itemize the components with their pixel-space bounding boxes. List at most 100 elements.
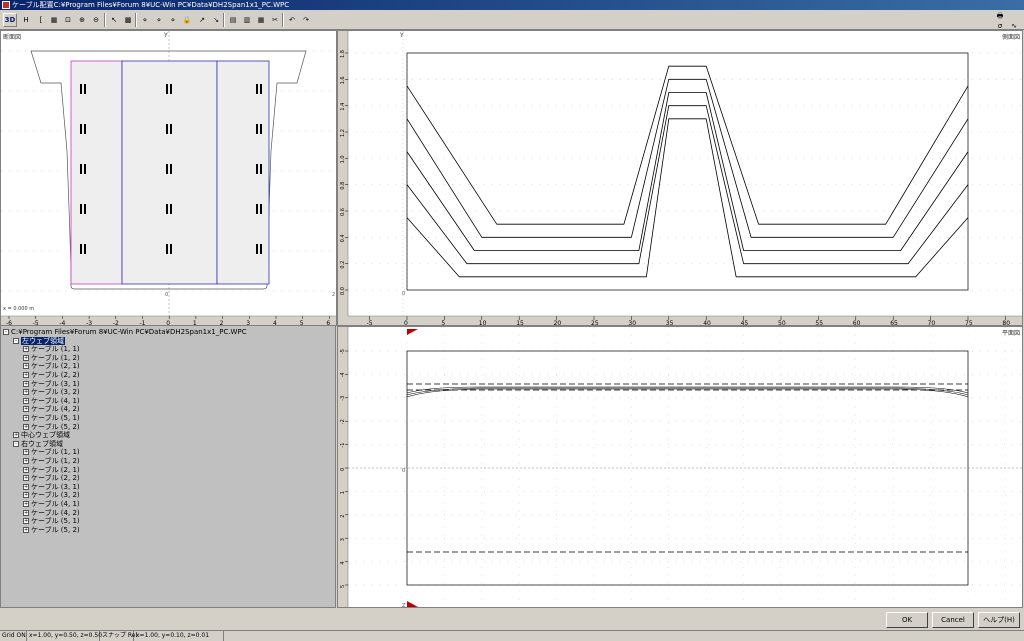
- section-cable-marker[interactable]: [260, 204, 262, 214]
- expand-icon[interactable]: +: [23, 466, 29, 473]
- expand-icon[interactable]: +: [23, 397, 29, 404]
- section-cable-marker[interactable]: [80, 204, 82, 214]
- tree-cable-node[interactable]: + ケーブル (5, 2): [23, 423, 80, 431]
- tree-cable-node[interactable]: + ケーブル (5, 2): [23, 526, 80, 534]
- tree-group-node[interactable]: + 中心ウェブ領域: [13, 431, 70, 439]
- section-cable-marker[interactable]: [80, 244, 82, 254]
- expand-icon[interactable]: +: [23, 406, 29, 413]
- cut-button[interactable]: ✂: [268, 13, 282, 27]
- help-button[interactable]: ヘルプ(H): [978, 612, 1020, 628]
- section-cable-marker[interactable]: [170, 164, 172, 174]
- section-cable-marker[interactable]: [170, 124, 172, 134]
- cancel-button[interactable]: Cancel: [932, 612, 974, 628]
- expand-icon[interactable]: +: [23, 492, 29, 499]
- expand-icon[interactable]: +: [23, 423, 29, 430]
- bracket-button[interactable]: [: [34, 13, 48, 27]
- side-view-pane[interactable]: 側面図 Y -5 0 5 10 15 20 25 30 35 40 45 50 55 60 65 70 75 80…: [337, 30, 1023, 326]
- grid-toggle-button[interactable]: ▦: [47, 13, 61, 27]
- expand-icon[interactable]: +: [23, 415, 29, 421]
- print-button[interactable]: 🖶: [994, 11, 1006, 20]
- section-cable-marker[interactable]: [84, 84, 86, 94]
- section-cable-marker[interactable]: [166, 244, 168, 254]
- tree-cable-node[interactable]: + ケーブル (4, 1): [23, 500, 80, 508]
- expand-icon[interactable]: +: [23, 346, 29, 353]
- collapse-icon[interactable]: -: [13, 337, 19, 344]
- section-cable-marker[interactable]: [260, 124, 262, 134]
- section-cable-marker[interactable]: [80, 124, 82, 134]
- expand-icon[interactable]: +: [23, 363, 29, 370]
- tree-group-node[interactable]: - 右ウェブ領域: [13, 440, 63, 448]
- section-cable-marker[interactable]: [84, 164, 86, 174]
- expand-icon[interactable]: +: [23, 518, 29, 525]
- cable-profile-line[interactable]: [406, 65, 969, 225]
- tree-cable-node[interactable]: + ケーブル (1, 2): [23, 457, 80, 465]
- tree-cable-node[interactable]: + ケーブル (2, 2): [23, 371, 80, 379]
- section-cable-marker[interactable]: [170, 84, 172, 94]
- section-cable-marker[interactable]: [166, 84, 168, 94]
- sigma-button[interactable]: σ: [994, 21, 1006, 30]
- section-cable-marker[interactable]: [256, 124, 258, 134]
- chart-button[interactable]: ▦: [254, 13, 268, 27]
- section-cable-marker[interactable]: [260, 244, 262, 254]
- section-view-pane[interactable]: 断面図 Y -6 -5 -4 -3 -2 -1 0 1 2 3 4 5 6 0 2 x = 0.000 …: [0, 30, 337, 326]
- expand-icon[interactable]: +: [23, 509, 29, 516]
- section-cable-marker[interactable]: [256, 204, 258, 214]
- expand-icon[interactable]: +: [23, 372, 29, 378]
- section-cable-marker[interactable]: [80, 84, 82, 94]
- section-cable-marker[interactable]: [80, 164, 82, 174]
- zoom-out-button[interactable]: ⊖: [89, 13, 103, 27]
- zoom-in-button[interactable]: ⊕: [75, 13, 89, 27]
- section-cable-marker[interactable]: [256, 84, 258, 94]
- pointer-button[interactable]: ↖: [107, 13, 121, 27]
- redo-button[interactable]: ↷: [299, 13, 313, 27]
- cable-profile-line[interactable]: [406, 105, 969, 265]
- 3d-view-button[interactable]: 3D: [3, 13, 17, 27]
- fit-button[interactable]: ⊡: [61, 13, 75, 27]
- expand-icon[interactable]: +: [13, 432, 19, 439]
- bold-button[interactable]: H: [19, 13, 33, 27]
- section-cable-marker[interactable]: [166, 164, 168, 174]
- tree-cable-node[interactable]: + ケーブル (4, 1): [23, 397, 80, 405]
- grid-snap-button[interactable]: ▩: [121, 13, 135, 27]
- tree-cable-node[interactable]: + ケーブル (4, 2): [23, 509, 80, 517]
- tree-cable-node[interactable]: + ケーブル (5, 1): [23, 414, 80, 422]
- collapse-icon[interactable]: -: [13, 440, 19, 447]
- section-cable-marker[interactable]: [260, 164, 262, 174]
- expand-icon[interactable]: +: [23, 475, 29, 482]
- tree-cable-node[interactable]: + ケーブル (1, 1): [23, 448, 80, 456]
- cable-profile-line[interactable]: [406, 78, 969, 238]
- section-cable-marker[interactable]: [84, 204, 86, 214]
- section-cable-marker[interactable]: [170, 244, 172, 254]
- arrow-up-button[interactable]: ↗: [195, 13, 209, 27]
- cable-tree[interactable]: - C:¥Program Files¥Forum 8¥UC-Win PC¥Data…: [0, 325, 336, 608]
- section-cable-marker[interactable]: [170, 204, 172, 214]
- expand-icon[interactable]: +: [23, 354, 29, 361]
- expand-icon[interactable]: +: [23, 526, 29, 533]
- tree-cable-node[interactable]: + ケーブル (5, 1): [23, 517, 80, 525]
- tree-cable-node[interactable]: + ケーブル (1, 2): [23, 354, 80, 362]
- calc-button[interactable]: ▥: [240, 13, 254, 27]
- cable-profile-line[interactable]: [406, 118, 969, 278]
- expand-icon[interactable]: +: [23, 449, 29, 456]
- tree-cable-node[interactable]: + ケーブル (1, 1): [23, 345, 80, 353]
- section-cable-marker[interactable]: [256, 164, 258, 174]
- cable-profile-line[interactable]: [406, 92, 969, 251]
- table-button[interactable]: ▤: [226, 13, 240, 27]
- curve-button[interactable]: ∿: [1008, 21, 1020, 30]
- node-move-button[interactable]: ⋄: [152, 13, 166, 27]
- tree-cable-node[interactable]: + ケーブル (3, 1): [23, 380, 80, 388]
- expand-icon[interactable]: +: [23, 458, 29, 464]
- arrow-down-button[interactable]: ↘: [209, 13, 223, 27]
- expand-icon[interactable]: +: [23, 501, 29, 507]
- tree-root-node[interactable]: - C:¥Program Files¥Forum 8¥UC-Win PC¥Data…: [3, 328, 247, 336]
- undo-button[interactable]: ↶: [285, 13, 299, 27]
- collapse-icon[interactable]: -: [3, 329, 9, 335]
- section-cable-marker[interactable]: [256, 244, 258, 254]
- section-cable-marker[interactable]: [260, 84, 262, 94]
- node-add-button[interactable]: ⋄: [138, 13, 152, 27]
- tree-cable-node[interactable]: + ケーブル (3, 2): [23, 388, 80, 396]
- tree-cable-node[interactable]: + ケーブル (3, 1): [23, 483, 80, 491]
- tree-cable-node[interactable]: + ケーブル (4, 2): [23, 405, 80, 413]
- tree-cable-node[interactable]: + ケーブル (2, 2): [23, 474, 80, 482]
- tree-cable-node[interactable]: + ケーブル (2, 1): [23, 362, 80, 370]
